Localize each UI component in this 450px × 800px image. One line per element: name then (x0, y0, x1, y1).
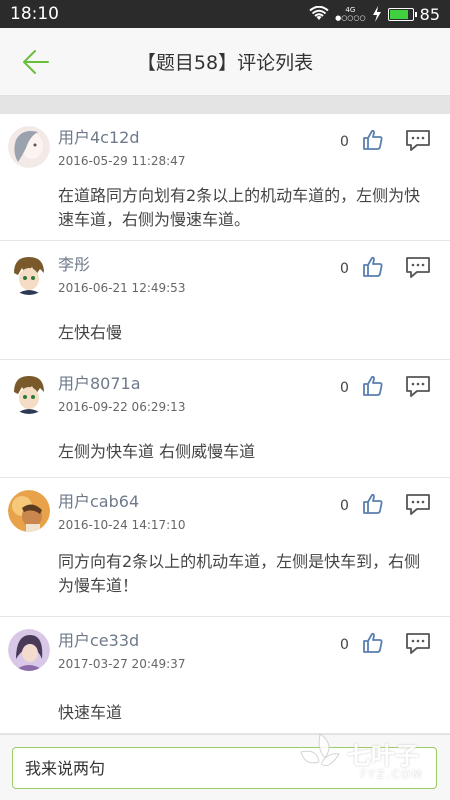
comment-item: 用户8071a 2016-09-22 06:29:13 0 左侧为快车道 右侧威… (0, 360, 450, 478)
comment-list[interactable]: 用户4c12d 2016-05-29 11:28:47 0 在道路同方向划有2条… (0, 114, 450, 734)
comment-username[interactable]: 用户8071a (58, 370, 141, 394)
like-count: 0 (340, 498, 349, 514)
comment-content: 同方向有2条以上的机动车道，左侧是快车到，右侧为慢车道！ (58, 552, 421, 595)
header-divider (0, 96, 450, 114)
user-avatar-icon[interactable] (8, 126, 50, 168)
app-bar: 【题目58】评论列表 (0, 28, 450, 96)
thumbs-up-icon[interactable] (361, 631, 385, 655)
comment-item: 用户ce33d 2017-03-27 20:49:37 0 快速车道 (0, 617, 450, 734)
comment-item: 用户cab64 2016-10-24 14:17:10 0 同方向有2条以上的机… (0, 478, 450, 617)
page-title: 【题目58】评论列表 (136, 52, 314, 74)
like-count: 0 (340, 261, 349, 277)
user-avatar-icon[interactable] (8, 253, 50, 295)
comment-content: 左快右慢 (58, 323, 123, 342)
charging-bolt-icon (372, 6, 381, 22)
battery-fill (389, 9, 409, 19)
comment-timestamp: 2016-10-24 14:17:10 (58, 518, 186, 532)
like-count: 0 (340, 380, 349, 396)
comment-input[interactable] (12, 747, 437, 789)
network-label: 4G (345, 6, 356, 14)
comment-bubble-icon[interactable] (405, 374, 431, 398)
signal-dots-icon: ●○○○○ (335, 14, 366, 22)
thumbs-up-icon[interactable] (361, 492, 385, 516)
comment-username[interactable]: 李彤 (58, 251, 90, 275)
status-indicators: 4G ●○○○○ 85 (309, 5, 440, 24)
battery-icon (387, 7, 417, 21)
thumbs-up-icon[interactable] (361, 128, 385, 152)
comment-content: 快速车道 (58, 703, 123, 722)
comment-item: 用户4c12d 2016-05-29 11:28:47 0 在道路同方向划有2条… (0, 114, 450, 241)
status-time: 18:10 (10, 4, 59, 24)
comment-bubble-icon[interactable] (405, 128, 431, 152)
comment-content: 在道路同方向划有2条以上的机动车道的，左侧为快速车道，右侧为慢速车道。 (58, 186, 421, 229)
comment-content: 左侧为快车道 右侧威慢车道 (58, 442, 256, 461)
comment-username[interactable]: 用户4c12d (58, 124, 140, 148)
comment-timestamp: 2016-09-22 06:29:13 (58, 400, 186, 414)
comment-timestamp: 2017-03-27 20:49:37 (58, 657, 186, 671)
like-count: 0 (340, 637, 349, 653)
battery-percent: 85 (419, 4, 440, 24)
user-avatar-icon[interactable] (8, 629, 50, 671)
comment-username[interactable]: 用户ce33d (58, 627, 139, 651)
comment-item: 李彤 2016-06-21 12:49:53 0 左快右慢 (0, 241, 450, 360)
user-avatar-icon[interactable] (8, 372, 50, 414)
comment-input-bar (0, 734, 450, 800)
like-count: 0 (340, 134, 349, 150)
comment-bubble-icon[interactable] (405, 255, 431, 279)
thumbs-up-icon[interactable] (361, 255, 385, 279)
comment-bubble-icon[interactable] (405, 492, 431, 516)
user-avatar-icon[interactable] (8, 490, 50, 532)
cellular-signal: 4G ●○○○○ (335, 6, 366, 22)
comment-timestamp: 2016-06-21 12:49:53 (58, 281, 186, 295)
thumbs-up-icon[interactable] (361, 374, 385, 398)
comment-username[interactable]: 用户cab64 (58, 488, 139, 512)
comment-bubble-icon[interactable] (405, 631, 431, 655)
comment-timestamp: 2016-05-29 11:28:47 (58, 154, 186, 168)
wifi-icon (309, 6, 329, 20)
status-bar: 18:10 4G ●○○○○ 85 (0, 0, 450, 28)
